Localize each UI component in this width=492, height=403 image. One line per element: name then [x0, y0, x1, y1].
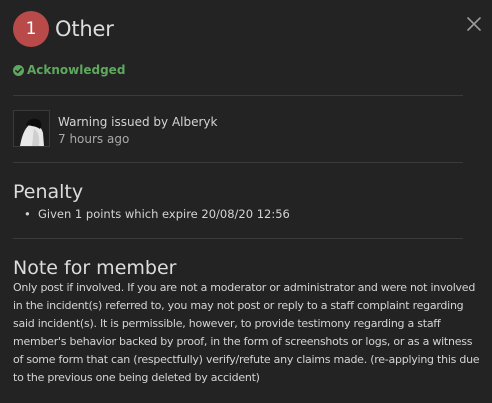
warning-dialog: 1 Other Acknowledged Warning issued by A…	[0, 0, 492, 403]
note-heading: Note for member	[13, 257, 177, 279]
warning-count-badge: 1	[13, 11, 49, 47]
penalty-list: Given 1 points which expire 20/08/20 12:…	[24, 207, 290, 221]
acknowledged-status: Acknowledged	[13, 63, 125, 77]
dialog-header: 1 Other	[13, 11, 114, 47]
check-circle-icon	[13, 64, 24, 76]
divider	[13, 95, 463, 96]
timestamp: 7 hours ago	[58, 132, 130, 146]
dialog-title: Other	[55, 17, 114, 41]
divider	[13, 238, 463, 239]
issuer-text: Warning issued by Alberyk 7 hours ago	[58, 114, 217, 148]
status-label: Acknowledged	[27, 63, 126, 77]
penalty-heading: Penalty	[13, 181, 84, 203]
issuer-line: Warning issued by Alberyk	[58, 115, 218, 129]
issuer-block: Warning issued by Alberyk 7 hours ago	[13, 110, 217, 148]
list-item: Given 1 points which expire 20/08/20 12:…	[24, 207, 290, 221]
close-icon[interactable]	[465, 15, 483, 33]
divider	[13, 162, 463, 163]
avatar[interactable]	[13, 110, 50, 147]
note-body: Only post if involved. If you are not a …	[13, 281, 480, 384]
